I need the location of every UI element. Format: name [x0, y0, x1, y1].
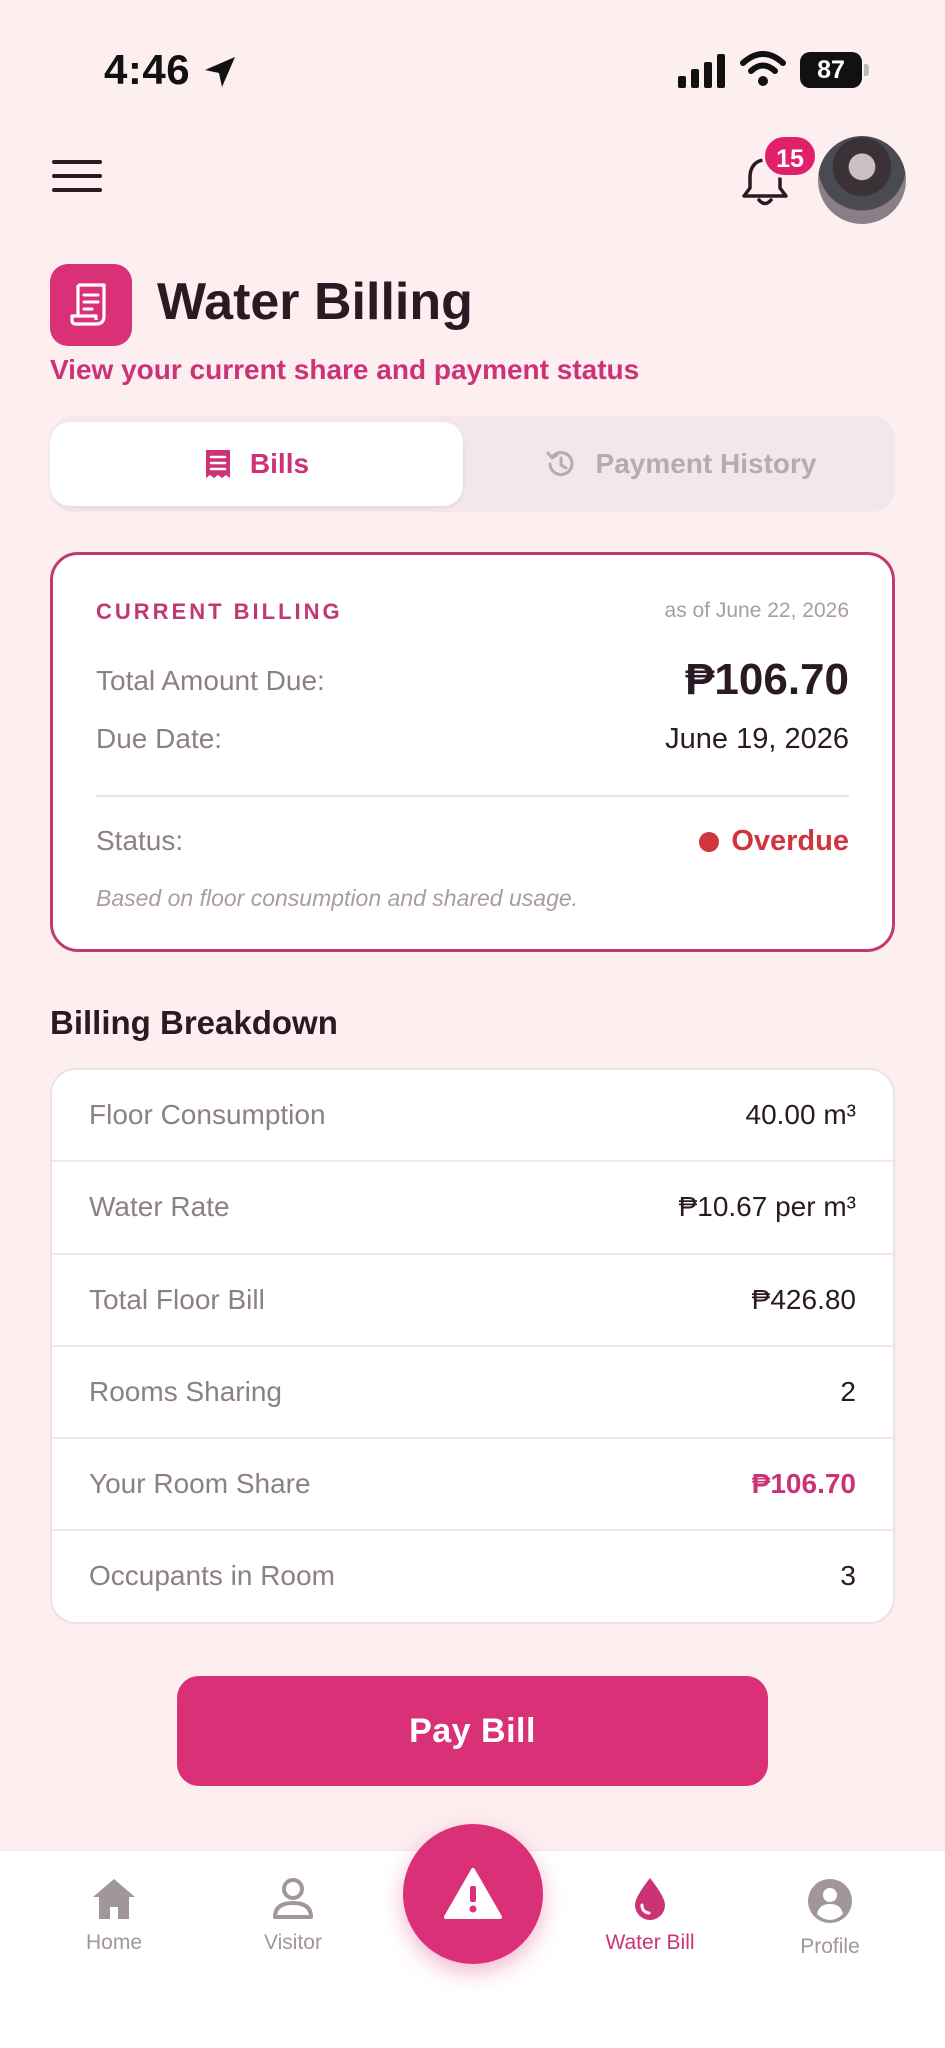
breakdown-label: Water Rate — [89, 1191, 230, 1223]
profile-icon — [808, 1879, 852, 1923]
nav-item-visitor[interactable]: Visitor — [223, 1877, 363, 1955]
breakdown-label: Rooms Sharing — [89, 1375, 282, 1407]
battery-indicator: 87 — [800, 52, 870, 88]
user-icon — [273, 1878, 313, 1919]
home-icon — [93, 1879, 135, 1919]
nav-item-home[interactable]: Home — [44, 1877, 184, 1955]
nav-item-water-bill[interactable]: Water Bill — [580, 1877, 720, 1955]
warning-icon — [444, 1868, 502, 1919]
breakdown-value: ₱106.70 — [751, 1468, 856, 1500]
receipt-list-icon — [205, 450, 230, 478]
status-badge: Overdue — [699, 825, 849, 858]
tab-payment-history-label: Payment History — [595, 448, 817, 479]
breakdown-row-water-rate: Water Rate ₱10.67 per m³ — [52, 1162, 893, 1255]
status-dot-icon — [699, 831, 720, 852]
menu-icon[interactable] — [52, 160, 102, 196]
breakdown-title: Billing Breakdown — [50, 1004, 338, 1041]
due-date-value: June 19, 2026 — [665, 723, 849, 755]
wifi-icon — [740, 51, 786, 86]
location-arrow-icon — [205, 57, 235, 87]
nav-label-profile: Profile — [800, 1935, 860, 1958]
tab-bills[interactable]: Bills — [50, 422, 463, 506]
breakdown-label: Total Floor Bill — [89, 1283, 265, 1315]
breakdown-row-occupants: Occupants in Room 3 — [52, 1531, 893, 1622]
breakdown-label: Floor Consumption — [89, 1099, 326, 1130]
breakdown-value: 40.00 m³ — [745, 1099, 857, 1130]
status-bar: 4:46 87 — [0, 0, 945, 140]
tab-bar: Bills Payment History — [50, 416, 895, 512]
divider — [96, 795, 849, 797]
total-amount-value: ₱106.70 — [685, 655, 849, 704]
history-icon — [546, 451, 573, 477]
emergency-alert-button[interactable] — [403, 1824, 543, 1964]
total-amount-label: Total Amount Due: — [96, 665, 325, 696]
billing-as-of-date: as of June 22, 2026 — [664, 599, 849, 622]
status-label: Status: — [96, 825, 184, 856]
nav-label-visitor: Visitor — [264, 1931, 322, 1954]
notification-badge[interactable]: 15 — [762, 134, 818, 178]
breakdown-value: ₱426.80 — [751, 1283, 856, 1315]
breakdown-value: 3 — [840, 1560, 856, 1592]
page-title: Water Billing — [157, 273, 473, 331]
breakdown-row-rooms-sharing: Rooms Sharing 2 — [52, 1347, 893, 1440]
tab-bills-label: Bills — [249, 448, 310, 479]
breakdown-row-floor-consumption: Floor Consumption 40.00 m³ — [52, 1070, 893, 1163]
avatar[interactable] — [818, 136, 906, 224]
battery-level: 87 — [817, 56, 845, 84]
breakdown-label: Occupants in Room — [89, 1560, 335, 1592]
water-drop-icon — [635, 1878, 665, 1920]
current-billing-label: CURRENT BILLING — [96, 599, 343, 624]
current-billing-card: CURRENT BILLING as of June 22, 2026 Tota… — [50, 552, 895, 952]
breakdown-row-total-floor-bill: Total Floor Bill ₱426.80 — [52, 1255, 893, 1347]
cellular-signal-icon — [678, 54, 725, 88]
status-time: 4:46 — [104, 46, 191, 93]
billing-note: Based on floor consumption and shared us… — [96, 885, 579, 911]
nav-label-water-bill: Water Bill — [605, 1931, 695, 1954]
due-date-label: Due Date: — [96, 723, 223, 754]
breakdown-value: ₱10.67 per m³ — [678, 1191, 856, 1223]
receipt-icon — [50, 264, 132, 346]
breakdown-label: Your Room Share — [89, 1468, 311, 1500]
billing-breakdown-table: Floor Consumption 40.00 m³ Water Rate ₱1… — [50, 1068, 895, 1624]
tab-payment-history[interactable]: Payment History — [470, 422, 890, 506]
breakdown-value: 2 — [840, 1375, 856, 1407]
page-subtitle: View your current share and payment stat… — [50, 354, 640, 385]
nav-label-home: Home — [85, 1931, 143, 1954]
status-value: Overdue — [731, 825, 849, 857]
pay-bill-button[interactable]: Pay Bill — [177, 1676, 768, 1786]
breakdown-row-your-room-share: Your Room Share ₱106.70 — [52, 1439, 893, 1532]
nav-item-profile[interactable]: Profile — [760, 1877, 900, 1959]
